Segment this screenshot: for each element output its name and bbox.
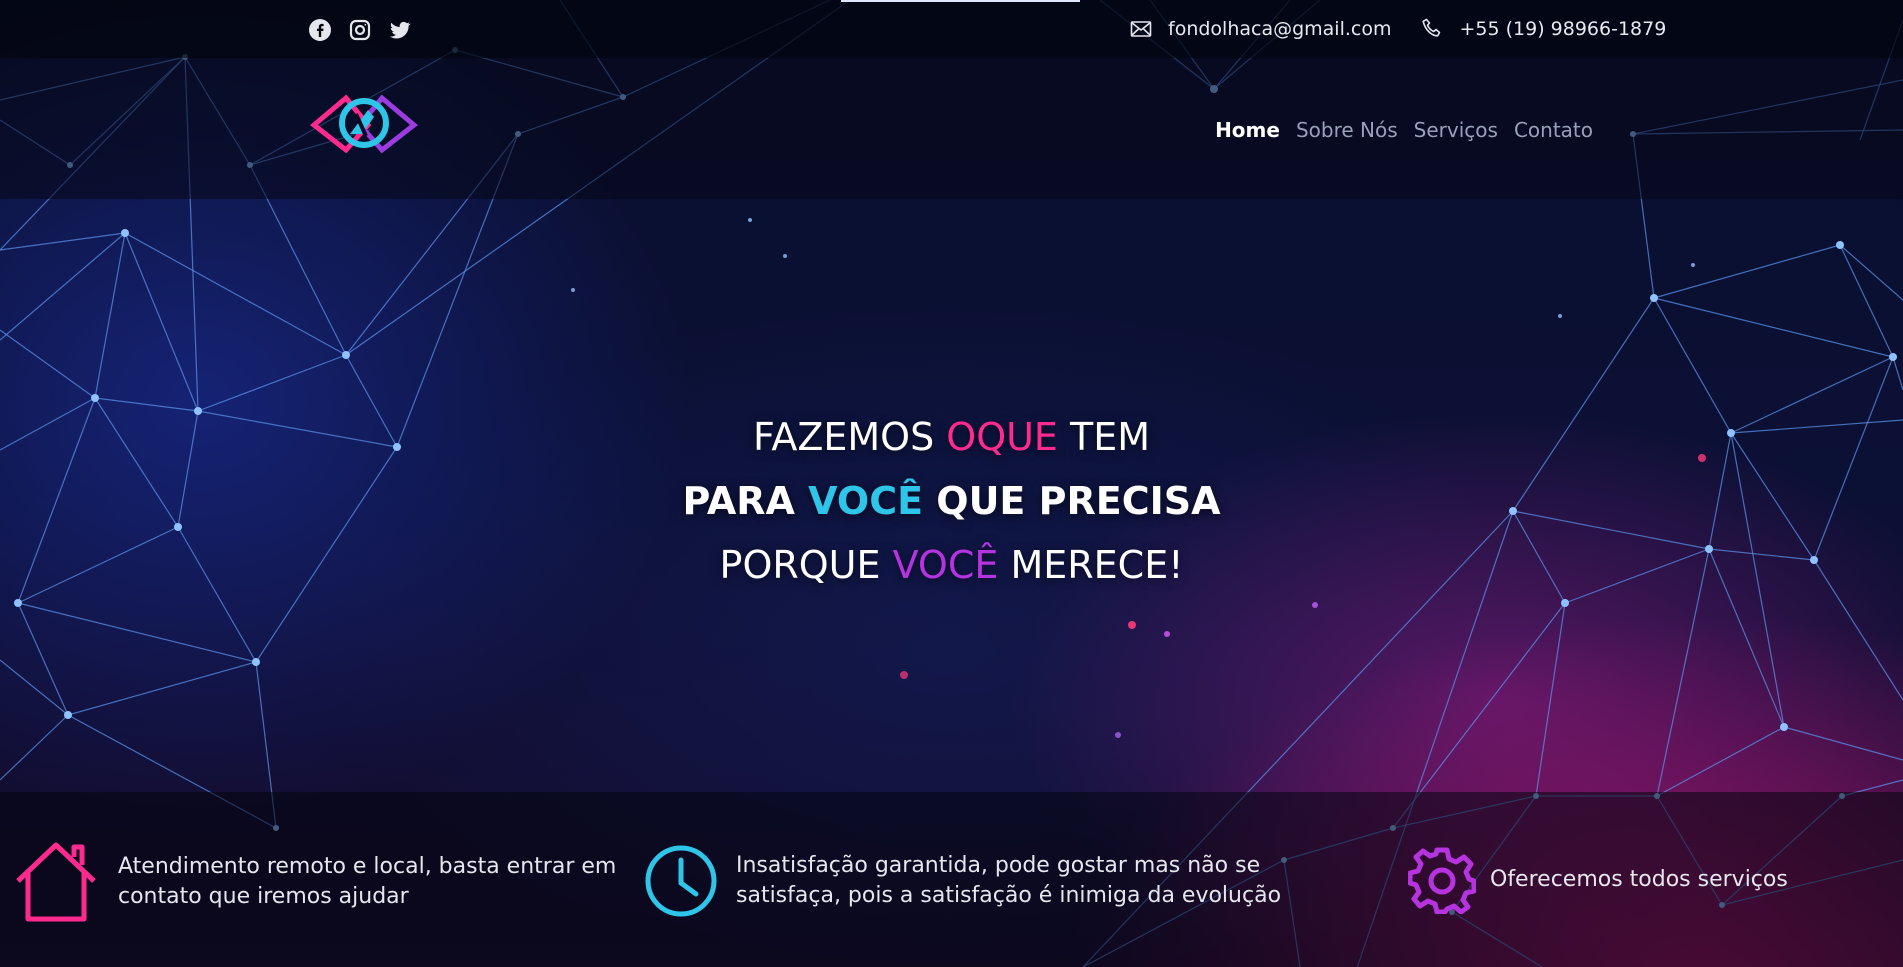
- hero-line-3-highlight: VOCÊ: [892, 543, 999, 587]
- twitter-icon[interactable]: [387, 17, 413, 43]
- home-icon: [14, 841, 98, 923]
- hero-line-1: FAZEMOS OQUE TEM: [0, 405, 1903, 469]
- gear-icon: [1408, 846, 1476, 914]
- hero-line-2-highlight: VOCÊ: [808, 479, 924, 523]
- hero-heading: FAZEMOS OQUE TEM PARA VOCÊ QUE PRECISA P…: [0, 405, 1903, 597]
- hero-line-2-end: QUE PRECISA: [923, 479, 1221, 523]
- nav-home[interactable]: Home: [1215, 118, 1280, 142]
- hero-line-1-end: TEM: [1057, 415, 1151, 459]
- features-bar: Atendimento remoto e local, basta entrar…: [0, 792, 1903, 967]
- feature-all-services: Oferecemos todos serviços: [1408, 846, 1788, 914]
- email-link[interactable]: fondolhaca@gmail.com: [1168, 18, 1391, 40]
- top-bar: fondolhaca@gmail.com +55 (19) 98966-1879: [0, 0, 1903, 58]
- hero-line-3-start: PORQUE: [719, 543, 893, 587]
- brand-logo[interactable]: [310, 90, 418, 170]
- hero-line-3: PORQUE VOCÊ MERECE!: [0, 533, 1903, 597]
- hero-line-2-start: PARA: [682, 479, 809, 523]
- feature-text-line: contato que iremos ajudar: [118, 884, 409, 909]
- feature-remote-support-text: Atendimento remoto e local, basta entrar…: [118, 852, 616, 912]
- feature-satisfaction: Insatisfação garantida, pode gostar mas …: [644, 844, 1281, 918]
- hero-line-2: PARA VOCÊ QUE PRECISA: [0, 469, 1903, 533]
- phone-number[interactable]: +55 (19) 98966-1879: [1459, 18, 1666, 40]
- main-nav: Home Sobre Nós Serviços Contato: [1215, 118, 1593, 142]
- feature-remote-support: Atendimento remoto e local, basta entrar…: [14, 841, 616, 923]
- phone-icon: [1419, 16, 1445, 42]
- facebook-icon[interactable]: [307, 17, 333, 43]
- social-links: [307, 17, 413, 43]
- nav-contato[interactable]: Contato: [1514, 118, 1593, 142]
- hero-line-1-highlight: OQUE: [946, 415, 1058, 459]
- feature-satisfaction-text: Insatisfação garantida, pode gostar mas …: [736, 851, 1281, 911]
- hero-line-1-start: FAZEMOS: [752, 415, 947, 459]
- envelope-icon: [1128, 16, 1154, 42]
- clock-icon: [644, 844, 718, 918]
- nav-sobre-nos[interactable]: Sobre Nós: [1296, 118, 1398, 142]
- feature-text-line: Oferecemos todos serviços: [1490, 867, 1788, 892]
- hero-line-3-end: MERECE!: [998, 543, 1184, 587]
- feature-all-services-text: Oferecemos todos serviços: [1490, 865, 1788, 895]
- top-accent-line: [841, 0, 1080, 2]
- contact-info: fondolhaca@gmail.com +55 (19) 98966-1879: [1128, 16, 1666, 42]
- feature-text-line: Atendimento remoto e local, basta entrar…: [118, 854, 617, 879]
- site-header: Home Sobre Nós Serviços Contato: [0, 58, 1903, 199]
- nav-servicos[interactable]: Serviços: [1414, 118, 1498, 142]
- feature-text-line: satisfaça, pois a satisfação é inimiga d…: [736, 883, 1282, 908]
- instagram-icon[interactable]: [347, 17, 373, 43]
- feature-text-line: Insatisfação garantida, pode gostar mas …: [736, 853, 1261, 878]
